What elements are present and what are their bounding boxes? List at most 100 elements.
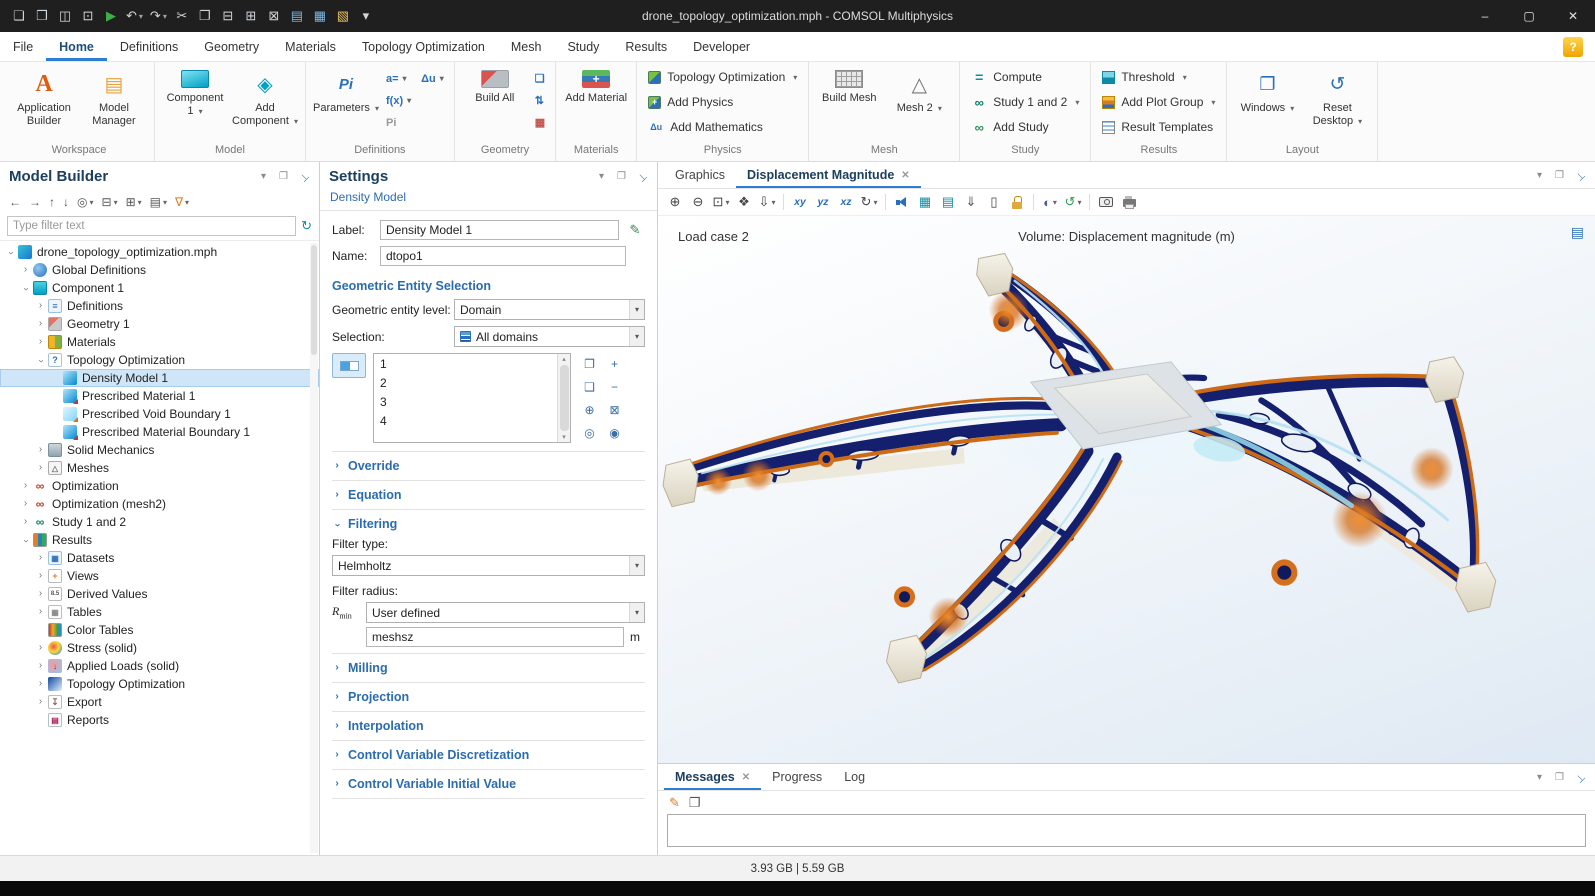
tree-item-global-definitions[interactable]: ›Global Definitions — [0, 261, 319, 279]
remove-from-selection-icon[interactable]: − — [603, 376, 626, 397]
reset-desktop-button[interactable]: Reset Desktop ▾ — [1304, 65, 1370, 128]
lock-axes-icon[interactable] — [1006, 191, 1028, 213]
panel-float-icon[interactable]: ❐ — [277, 171, 290, 182]
customize-toolbar-icon[interactable]: ▾ — [355, 4, 377, 28]
drone-topology-3d-plot[interactable] — [658, 216, 1595, 763]
environment-icon[interactable]: ◐▾ — [1039, 191, 1061, 213]
cut-icon[interactable]: ✂ — [171, 4, 193, 28]
name-field[interactable] — [380, 246, 626, 266]
tree-item-views[interactable]: ›Views — [0, 567, 319, 585]
tree-item-definitions[interactable]: ›Definitions — [0, 297, 319, 315]
scene-light-icon[interactable] — [891, 191, 913, 213]
add-plot-group-button[interactable]: Add Plot Group▾ — [1098, 90, 1219, 114]
graphics-tab-displacement-magnitude[interactable]: Displacement Magnitude✕ — [736, 162, 921, 188]
tree-item-materials[interactable]: ›Materials — [0, 333, 319, 351]
panel-options-icon[interactable]: ▾ — [257, 171, 270, 182]
menu-tab-topology-optimization[interactable]: Topology Optimization — [349, 32, 498, 61]
chevron-collapsed-icon[interactable]: › — [34, 445, 47, 455]
print-icon[interactable] — [1118, 191, 1140, 213]
close-icon[interactable]: ✕ — [901, 170, 909, 181]
add-to-selection-icon[interactable]: + — [603, 353, 626, 374]
zoom-in-icon[interactable]: ⊕ — [664, 191, 686, 213]
zoom-out-icon[interactable]: ⊖ — [687, 191, 709, 213]
topology-optimization-button[interactable]: Topology Optimization▾ — [644, 65, 801, 89]
graphics-canvas[interactable]: Load case 2 Volume: Displacement magnitu… — [658, 216, 1595, 763]
panel-options-icon[interactable]: ▾ — [1533, 772, 1546, 783]
view-yz-icon[interactable]: yz — [812, 191, 834, 213]
chevron-collapsed-icon[interactable]: › — [34, 571, 47, 581]
chevron-collapsed-icon[interactable]: › — [19, 265, 32, 275]
tree-item-results[interactable]: ›Results — [0, 531, 319, 549]
tree-item-topology-optimization[interactable]: ›Topology Optimization — [0, 675, 319, 693]
tree-item-optimization[interactable]: ›Optimization — [0, 477, 319, 495]
messages-tab-messages[interactable]: Messages✕ — [664, 764, 761, 790]
tree-item-prescribed-material-boundary-1[interactable]: Prescribed Material Boundary 1 — [0, 423, 319, 441]
close-button[interactable]: ✕ — [1551, 0, 1595, 32]
filter-input[interactable] — [7, 216, 296, 236]
chevron-collapsed-icon[interactable]: › — [34, 301, 47, 311]
insert-icon[interactable]: ⊞ — [240, 4, 262, 28]
chevron-collapsed-icon[interactable]: › — [34, 607, 47, 617]
chevron-expanded-icon[interactable]: › — [36, 355, 46, 368]
plot-properties-icon[interactable]: ▤ — [1571, 224, 1584, 241]
tree-item-derived-values[interactable]: ›Derived Values — [0, 585, 319, 603]
create-selection-icon[interactable]: ⊕ — [578, 399, 601, 420]
zoom-to-selection-icon[interactable]: ◎ — [578, 422, 601, 443]
build-all-button[interactable]: Build All — [462, 65, 528, 105]
tree-item-reports[interactable]: Reports — [0, 711, 319, 729]
chevron-collapsed-icon[interactable]: › — [34, 319, 47, 329]
selection-list-item[interactable]: 1 — [374, 354, 570, 373]
chart-icon[interactable]: ▧ — [332, 4, 354, 28]
menu-tab-definitions[interactable]: Definitions — [107, 32, 191, 61]
functions-button[interactable]: f(x)▾ — [383, 91, 414, 110]
delete-icon[interactable]: ⊠ — [263, 4, 285, 28]
menu-tab-geometry[interactable]: Geometry — [191, 32, 272, 61]
add-study-button[interactable]: Add Study — [967, 115, 1083, 139]
selection-dropdown[interactable]: All domains — [454, 326, 645, 347]
chevron-collapsed-icon[interactable]: › — [19, 499, 32, 509]
panel-float-icon[interactable]: ❐ — [1553, 772, 1566, 783]
save-icon[interactable]: ◫ — [54, 4, 76, 28]
open-file-icon[interactable]: ❒ — [31, 4, 53, 28]
section-equation[interactable]: ›Equation — [332, 480, 645, 509]
add-component-button[interactable]: Add Component ▾ — [232, 65, 298, 128]
tree-item-prescribed-void-boundary-1[interactable]: Prescribed Void Boundary 1 — [0, 405, 319, 423]
tree-item-stress-solid[interactable]: ›Stress (solid) — [0, 639, 319, 657]
selection-list-item[interactable]: 4 — [374, 411, 570, 430]
tree-item-solid-mechanics[interactable]: ›Solid Mechanics — [0, 441, 319, 459]
section-milling[interactable]: ›Milling — [332, 653, 645, 682]
paste-icon[interactable]: ⊟ — [217, 4, 239, 28]
panel-options-icon[interactable]: ▾ — [595, 171, 608, 182]
filter-icon[interactable]: ∇▾ — [172, 192, 192, 212]
paste-selection-icon[interactable]: ❑ — [578, 376, 601, 397]
livelink-button[interactable]: ⇅ — [532, 91, 548, 110]
refresh-filter-icon[interactable]: ↻ — [301, 218, 312, 234]
forward-icon[interactable]: → — [26, 192, 44, 212]
add-material-button[interactable]: Add Material — [563, 65, 629, 105]
chevron-collapsed-icon[interactable]: › — [34, 661, 47, 671]
section-control-variable-discretization[interactable]: ›Control Variable Discretization — [332, 740, 645, 769]
show-in-graphics-icon[interactable]: ◉ — [603, 422, 626, 443]
section-projection[interactable]: ›Projection — [332, 682, 645, 711]
rmin-dropdown[interactable]: User defined — [366, 602, 645, 623]
zoom-extents-icon[interactable]: ❖ — [733, 191, 755, 213]
menu-tab-materials[interactable]: Materials — [272, 32, 349, 61]
panel-pin-icon[interactable]: ⊤ — [633, 168, 650, 185]
go-to-view-icon[interactable]: ⇩▾ — [756, 191, 778, 213]
chevron-expanded-icon[interactable]: › — [6, 247, 16, 260]
back-icon[interactable]: ← — [6, 192, 24, 212]
tree-item-drone-topology-optimization-mph[interactable]: ›drone_topology_optimization.mph — [0, 243, 319, 261]
menu-tab-study[interactable]: Study — [554, 32, 612, 61]
menu-tab-mesh[interactable]: Mesh — [498, 32, 555, 61]
component-1-button[interactable]: Component 1 ▾ — [162, 65, 228, 118]
section-override[interactable]: ›Override — [332, 451, 645, 480]
help-button[interactable]: ? — [1563, 37, 1583, 57]
nonlocal-couplings-button[interactable]: Δu▾ — [418, 69, 447, 88]
redo-icon[interactable]: ↷▾ — [147, 4, 170, 28]
move-down-icon[interactable]: ↓ — [60, 192, 72, 212]
selection-list[interactable]: 1234 — [373, 353, 571, 443]
chevron-collapsed-icon[interactable]: › — [19, 517, 32, 527]
wireframe-icon[interactable]: ▤ — [937, 191, 959, 213]
compute-button[interactable]: Compute — [967, 65, 1083, 89]
chevron-collapsed-icon[interactable]: › — [34, 643, 47, 653]
